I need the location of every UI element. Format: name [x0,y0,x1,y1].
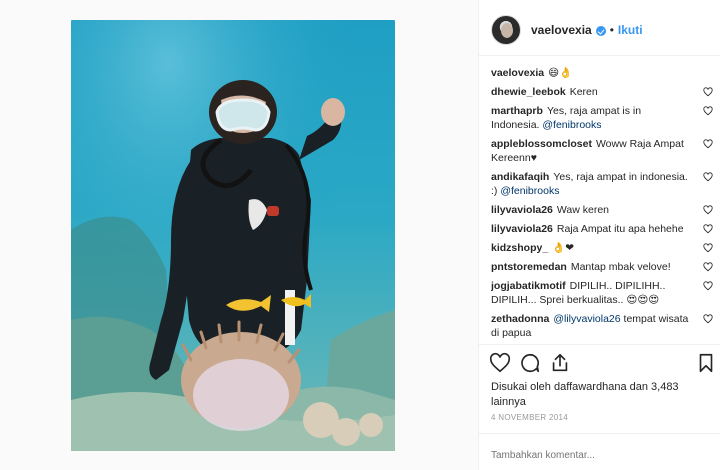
comment-like-heart-icon[interactable] [703,262,713,272]
comment-mention[interactable]: @lilyvaviola26 [553,313,620,325]
comment-username[interactable]: kidzshopy_ [491,242,548,254]
comment-username[interactable]: pntstoremedan [491,261,567,273]
comment-username[interactable]: andikafaqih [491,171,549,183]
comment-icon[interactable] [519,352,541,374]
add-comment-divider [479,433,720,434]
comment-item: lilyvaviola26 Waw keren [491,203,717,217]
post-date: 4 NOVEMBER 2014 [491,413,568,422]
comment-item: pntstoremedan Mantap mbak velove! [491,260,717,274]
share-icon[interactable] [549,352,571,374]
comment-caption: vaelovexia 😄👌 [491,66,717,80]
comment-username[interactable]: lilyvaviola26 [491,204,553,216]
heart-icon[interactable] [489,352,511,374]
follow-button[interactable]: Ikuti [618,23,643,37]
comment-like-heart-icon[interactable] [703,106,713,116]
separator-dot: • [609,23,614,37]
avatar[interactable] [491,15,521,45]
post-header: vaelovexia • Ikuti [479,10,720,50]
comment-like-heart-icon[interactable] [703,172,713,182]
comment-username[interactable]: dhewie_leebok [491,86,566,98]
post-username[interactable]: vaelovexia [531,23,592,37]
comment-like-heart-icon[interactable] [703,281,713,291]
comment-text: Mantap mbak velove! [570,261,671,273]
comment-item: marthaprb Yes, raja ampat is in Indonesia… [491,104,717,132]
header-divider [479,55,720,56]
comment-text: Keren [569,86,598,98]
bookmark-icon[interactable] [695,352,717,374]
comment-like-heart-icon[interactable] [703,224,713,234]
comment-item: lilyvaviola26 Raja Ampat itu apa hehehe [491,222,717,236]
comment-username[interactable]: jogjabatikmotif [491,280,566,292]
comment-item: dhewie_leebok Keren [491,85,717,99]
comment-username[interactable]: lilyvaviola26 [491,223,553,235]
add-comment-input[interactable] [491,447,711,463]
comment-username[interactable]: vaelovexia [491,67,544,79]
comments-divider [479,344,720,345]
comment-item: zethadonna @lilyvaviola26 tempat wisata d… [491,312,717,340]
comment-mention[interactable]: @fenibrooks [500,185,559,197]
post-sidebar: vaelovexia • Ikuti vaelovexia 😄👌 dhewie_l… [478,0,720,470]
comment-like-heart-icon[interactable] [703,139,713,149]
comment-list: vaelovexia 😄👌 dhewie_leebok Keren marthapr… [491,66,717,340]
comment-text: Raja Ampat itu apa hehehe [556,223,684,235]
comment-username[interactable]: marthaprb [491,105,543,117]
comment-like-heart-icon[interactable] [703,314,713,324]
comment-like-heart-icon[interactable] [703,87,713,97]
comment-item: jogjabatikmotif DIPILIH.. DIPILIHH.. DIPI… [491,279,717,307]
verified-badge-icon [595,26,606,36]
comment-text: 👌❤ [552,242,575,254]
action-bar [489,352,717,376]
comment-item: kidzshopy_ 👌❤ [491,241,717,255]
comment-like-heart-icon[interactable] [703,205,713,215]
comment-text: 😄👌 [548,67,573,79]
comment-username[interactable]: zethadonna [491,313,549,325]
underwater-diver-image [71,20,395,451]
comment-like-heart-icon[interactable] [703,243,713,253]
comment-username[interactable]: appleblossomcloset [491,138,592,150]
comment-item: appleblossomcloset Woww Raja Ampat Kereen… [491,137,717,165]
likes-count[interactable]: Disukai oleh daffawardhana dan 3,483 lai… [491,380,691,410]
post-photo[interactable] [71,20,395,451]
comment-mention[interactable]: @fenibrooks [542,119,601,131]
comment-text: Waw keren [556,204,610,216]
comment-item: andikafaqih Yes, raja ampat in indonesia.… [491,170,717,198]
